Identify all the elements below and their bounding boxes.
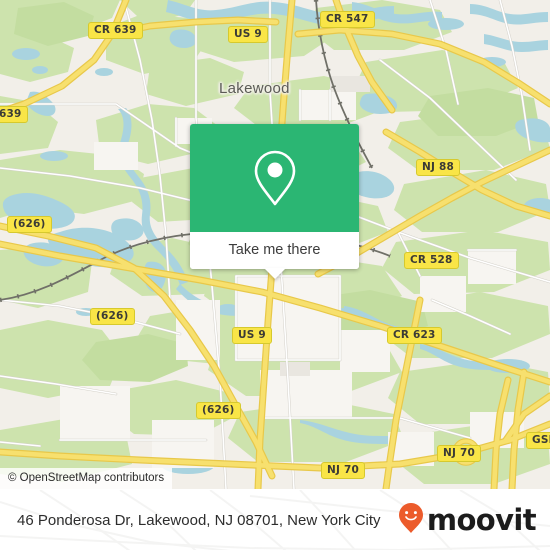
road-shield-nj-70-bottom[interactable]: NJ 70 [321, 462, 365, 479]
footer-content: 46 Ponderosa Dr, Lakewood, NJ 08701, New… [0, 490, 550, 550]
card-pointer-tail [263, 268, 286, 279]
take-me-there-label: Take me there [228, 242, 321, 258]
address-label: 46 Ponderosa Dr, Lakewood, NJ 08701, New… [17, 512, 381, 529]
footer-bar: 46 Ponderosa Dr, Lakewood, NJ 08701, New… [0, 489, 550, 550]
location-info-card[interactable]: Take me there [190, 124, 359, 279]
road-shield-626-bottom[interactable]: (626) [196, 402, 241, 419]
place-label-lakewood: Lakewood [219, 80, 290, 97]
moovit-logo[interactable]: moovit [398, 502, 537, 539]
map-pin-icon [252, 149, 298, 207]
road-shield-639-left[interactable]: 639 [0, 106, 28, 123]
road-shield-gsp[interactable]: GSP [526, 432, 550, 449]
moovit-wordmark: moovit [426, 503, 537, 537]
road-shield-626-mid-left[interactable]: (626) [90, 308, 135, 325]
road-shield-nj-88[interactable]: NJ 88 [416, 159, 460, 176]
take-me-there-button[interactable]: Take me there [190, 232, 359, 279]
attribution-text: © OpenStreetMap contributors [8, 472, 165, 484]
moovit-pin-smile-icon [398, 502, 424, 539]
road-shield-us-9-mid[interactable]: US 9 [232, 327, 272, 344]
road-shield-cr-528[interactable]: CR 528 [404, 252, 459, 269]
road-shield-cr-623[interactable]: CR 623 [387, 327, 442, 344]
map-screen: Lakewood CR 639 US 9 CR 547 639 NJ 88 (6… [0, 0, 550, 550]
road-shield-us-9-top[interactable]: US 9 [228, 26, 268, 43]
map-canvas[interactable]: Lakewood CR 639 US 9 CR 547 639 NJ 88 (6… [0, 0, 550, 489]
map-attribution[interactable]: © OpenStreetMap contributors [0, 468, 173, 489]
card-icon-area [190, 124, 359, 232]
road-shield-cr-547[interactable]: CR 547 [320, 11, 375, 28]
road-shield-cr-639[interactable]: CR 639 [88, 22, 143, 39]
road-shield-626-upper-left[interactable]: (626) [7, 216, 52, 233]
road-shield-nj-70-right[interactable]: NJ 70 [437, 445, 481, 462]
